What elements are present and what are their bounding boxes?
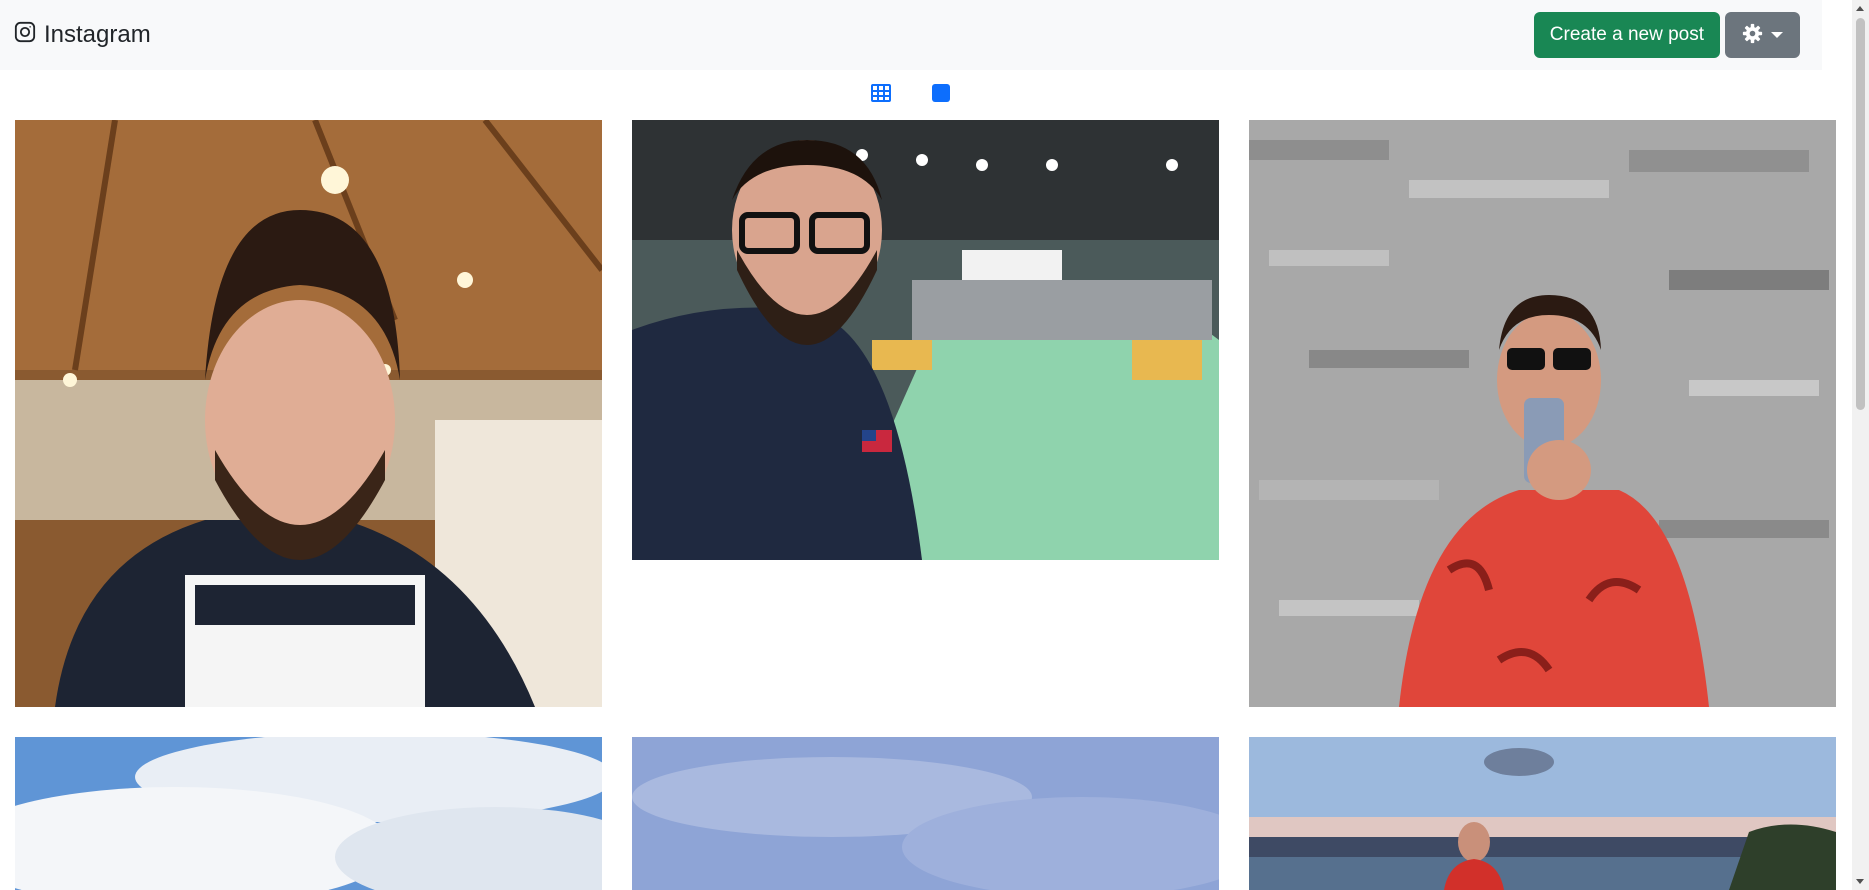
post-photo-waterfront[interactable]	[1249, 737, 1836, 890]
post-photo-mirror-selfie[interactable]	[1249, 120, 1836, 707]
scroll-down-icon[interactable]	[1856, 879, 1864, 884]
scroll-up-icon[interactable]	[1856, 6, 1864, 11]
create-post-button[interactable]: Create a new post	[1533, 12, 1720, 58]
post-photo-clouds[interactable]	[15, 737, 602, 890]
instagram-icon	[14, 21, 36, 50]
grid-view-button[interactable]	[870, 82, 892, 104]
navbar-actions: Create a new post	[1533, 12, 1800, 58]
scroll-thumb[interactable]	[1856, 18, 1865, 410]
post-photo-restaurant-selfie[interactable]	[15, 120, 602, 707]
brand-label: Instagram	[44, 21, 151, 48]
brand[interactable]: Instagram	[14, 21, 151, 50]
grid-icon	[871, 84, 891, 102]
chevron-down-icon	[1771, 32, 1783, 38]
post-photo-hall-selfie[interactable]	[632, 120, 1219, 560]
navbar: Instagram Create a new post	[0, 0, 1822, 70]
view-toggle	[0, 82, 1822, 110]
gear-icon	[1742, 23, 1763, 47]
settings-dropdown-button[interactable]	[1725, 12, 1800, 58]
square-icon	[932, 84, 950, 102]
single-view-button[interactable]	[930, 82, 952, 104]
page-scrollbar[interactable]	[1852, 0, 1869, 890]
post-photo-sky[interactable]	[632, 737, 1219, 890]
